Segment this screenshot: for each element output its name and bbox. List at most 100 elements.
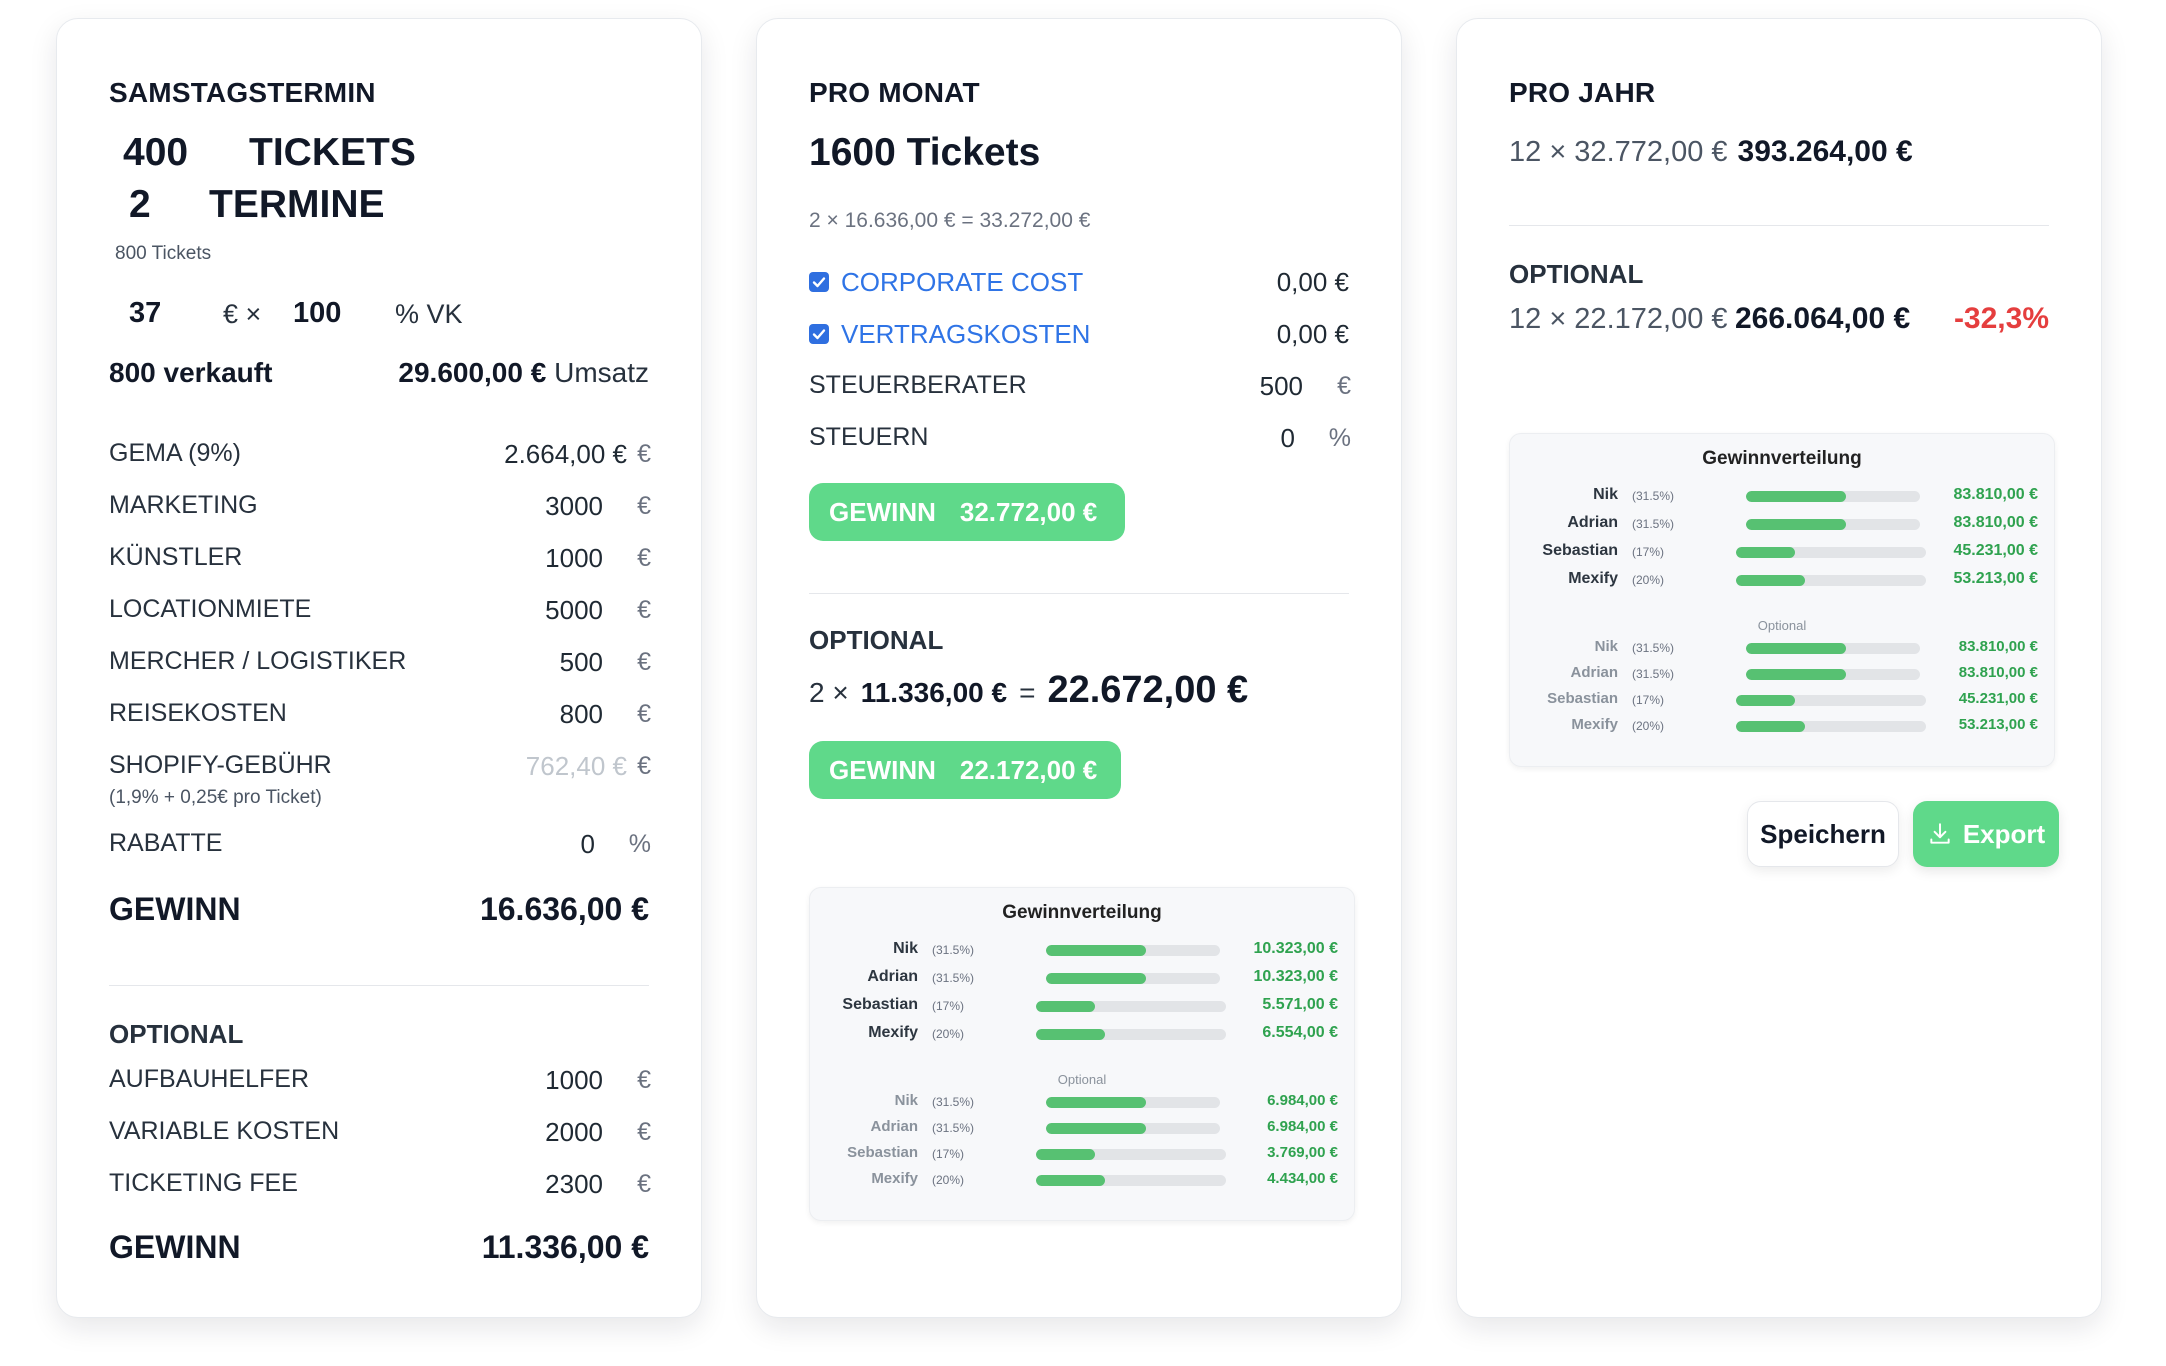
optional-gewinn-value: 11.336,00 € <box>481 1229 649 1265</box>
partner-name: Sebastian <box>1547 690 1618 707</box>
steuern-input[interactable]: 0 <box>1281 423 1295 454</box>
partner-amount: 5.571,00 € <box>1262 996 1338 1013</box>
partner-percent: (31.5%) <box>1632 641 1675 655</box>
currency-unit: € <box>637 700 651 728</box>
aufbauhelfer-input[interactable]: 1000 <box>545 1065 603 1096</box>
corporate-cost-link[interactable]: CORPORATE COST <box>841 267 1083 298</box>
gema-unit: € <box>637 440 651 468</box>
calc-line: 2 × 16.636,00 € = 33.272,00 € <box>809 209 1091 232</box>
partner-percent: (31.5%) <box>932 1121 975 1135</box>
currency-unit: € <box>637 752 651 780</box>
distribution-row: Mexify (20%) 6.554,00 € <box>810 1024 1354 1046</box>
optional-delta: -32,3% <box>1953 302 2049 335</box>
pro-jahr-card: PRO JAHR 12 × 32.772,00 € 393.264,00 € O… <box>1456 18 2102 1318</box>
share-bar-fill <box>1036 1175 1106 1186</box>
share-bar-fill <box>1046 1097 1146 1108</box>
optional-label: Optional <box>1757 618 1807 633</box>
partner-name: Adrian <box>870 1118 918 1135</box>
partner-percent: (31.5%) <box>932 943 975 957</box>
vk-percent-input[interactable]: 100 <box>293 297 341 330</box>
distribution-row: Mexify (20%) 4.434,00 € <box>810 1170 1354 1192</box>
card-title: SAMSTAGSTERMIN <box>109 77 376 108</box>
optional-gewinn-badge-value: 22.172,00 € <box>959 754 1098 785</box>
partner-percent: (31.5%) <box>932 971 975 985</box>
reisekosten-input[interactable]: 800 <box>560 699 603 730</box>
optional-title: OPTIONAL <box>109 1019 244 1049</box>
partner-name: Nik <box>1593 486 1618 503</box>
optional-eq: = <box>1019 677 1036 708</box>
card-title: PRO JAHR <box>1509 77 1656 108</box>
ticketing-fee-input[interactable]: 2300 <box>545 1169 603 1200</box>
cost-label: REISEKOSTEN <box>109 699 287 727</box>
kuenstler-input[interactable]: 1000 <box>545 543 603 574</box>
share-bar-fill <box>1746 519 1846 530</box>
partner-percent: (20%) <box>1632 719 1665 733</box>
share-bar-fill <box>1036 1001 1095 1012</box>
corporate-cost-checkbox[interactable] <box>809 272 829 292</box>
vk-label: % VK <box>395 299 463 329</box>
input-label: STEUERBERATER <box>809 371 1027 399</box>
optional-result: 22.672,00 € <box>1047 669 1249 711</box>
tickets-count-input[interactable]: 400 <box>123 131 188 175</box>
distribution-row: Mexify (20%) 53.213,00 € <box>1510 570 2054 592</box>
share-bar <box>1036 1175 1226 1186</box>
vertragskosten-link[interactable]: VERTRAGSKOSTEN <box>841 319 1090 350</box>
partner-name: Adrian <box>867 968 918 985</box>
export-button[interactable]: Export <box>1913 801 2059 867</box>
distribution-row: Adrian (31.5%) 83.810,00 € <box>1510 664 2054 686</box>
distribution-row: Adrian (31.5%) 6.984,00 € <box>810 1118 1354 1140</box>
distribution-row: Sebastian (17%) 3.769,00 € <box>810 1144 1354 1166</box>
corporate-cost-value: 0,00 € <box>1276 267 1349 297</box>
partner-percent: (17%) <box>1632 693 1665 707</box>
currency-unit: € <box>637 648 651 676</box>
gewinnverteilung-panel: Gewinnverteilung Nik (31.5%) 83.810,00 € Adr… <box>1509 433 2055 767</box>
distribution-row: Sebastian (17%) 5.571,00 € <box>810 996 1354 1018</box>
check-icon <box>812 329 826 340</box>
distribution-row: Adrian (31.5%) 83.810,00 € <box>1510 514 2054 536</box>
share-bar <box>1746 643 1920 654</box>
yearly-prefix: 12 × 32.772,00 € <box>1509 136 1728 168</box>
price-input[interactable]: 37 <box>129 297 161 330</box>
locationmiete-input[interactable]: 5000 <box>545 595 603 626</box>
currency-unit: € <box>1337 372 1351 400</box>
share-bar <box>1046 945 1220 956</box>
distribution-row: Mexify (20%) 53.213,00 € <box>1510 716 2054 738</box>
optional-cost-label: AUFBAUHELFER <box>109 1065 310 1093</box>
currency-unit: € <box>637 596 651 624</box>
cost-label: GEMA (9%) <box>109 439 241 467</box>
optional-prefix: 12 × 22.172,00 € <box>1509 303 1728 335</box>
share-bar-fill <box>1736 695 1795 706</box>
mercher-input[interactable]: 500 <box>560 647 603 678</box>
marketing-input[interactable]: 3000 <box>545 491 603 522</box>
share-bar-fill <box>1736 575 1806 586</box>
partner-amount: 83.810,00 € <box>1958 638 2038 655</box>
distribution-row: Adrian (31.5%) 10.323,00 € <box>810 968 1354 990</box>
distribution-row: Nik (31.5%) 6.984,00 € <box>810 1092 1354 1114</box>
revenue: 29.600,00 € Umsatz <box>398 357 649 389</box>
divider <box>109 985 649 986</box>
distribution-row: Sebastian (17%) 45.231,00 € <box>1510 542 2054 564</box>
samstagstermin-card: SAMSTAGSTERMIN 400 TICKETS 2 TERMINE 800… <box>56 18 702 1318</box>
optional-label: Optional <box>1057 1072 1107 1087</box>
currency-unit: € <box>637 544 651 572</box>
vertragskosten-checkbox[interactable] <box>809 324 829 344</box>
yearly-calc: 12 × 32.772,00 € 393.264,00 € <box>1509 135 1913 169</box>
share-bar <box>1736 575 1926 586</box>
partner-name: Mexify <box>871 1170 918 1187</box>
save-button[interactable]: Speichern <box>1747 801 1899 867</box>
partner-name: Nik <box>893 940 918 957</box>
partner-name: Sebastian <box>842 996 918 1013</box>
share-bar <box>1036 1001 1226 1012</box>
distribution-row: Nik (31.5%) 83.810,00 € <box>1510 486 2054 508</box>
share-bar <box>1036 1029 1226 1040</box>
variable-kosten-input[interactable]: 2000 <box>545 1117 603 1148</box>
optional-gewinn-badge: GEWINN 22.172,00 € <box>809 741 1121 799</box>
share-bar-fill <box>1036 1029 1106 1040</box>
rabatte-input[interactable]: 0 <box>581 829 595 860</box>
steuerberater-input[interactable]: 500 <box>1260 371 1303 402</box>
partner-name: Mexify <box>1571 716 1618 733</box>
share-bar <box>1736 547 1926 558</box>
termine-count-input[interactable]: 2 <box>129 183 151 227</box>
partner-amount: 45.231,00 € <box>1953 542 2038 559</box>
partner-percent: (17%) <box>932 999 965 1013</box>
